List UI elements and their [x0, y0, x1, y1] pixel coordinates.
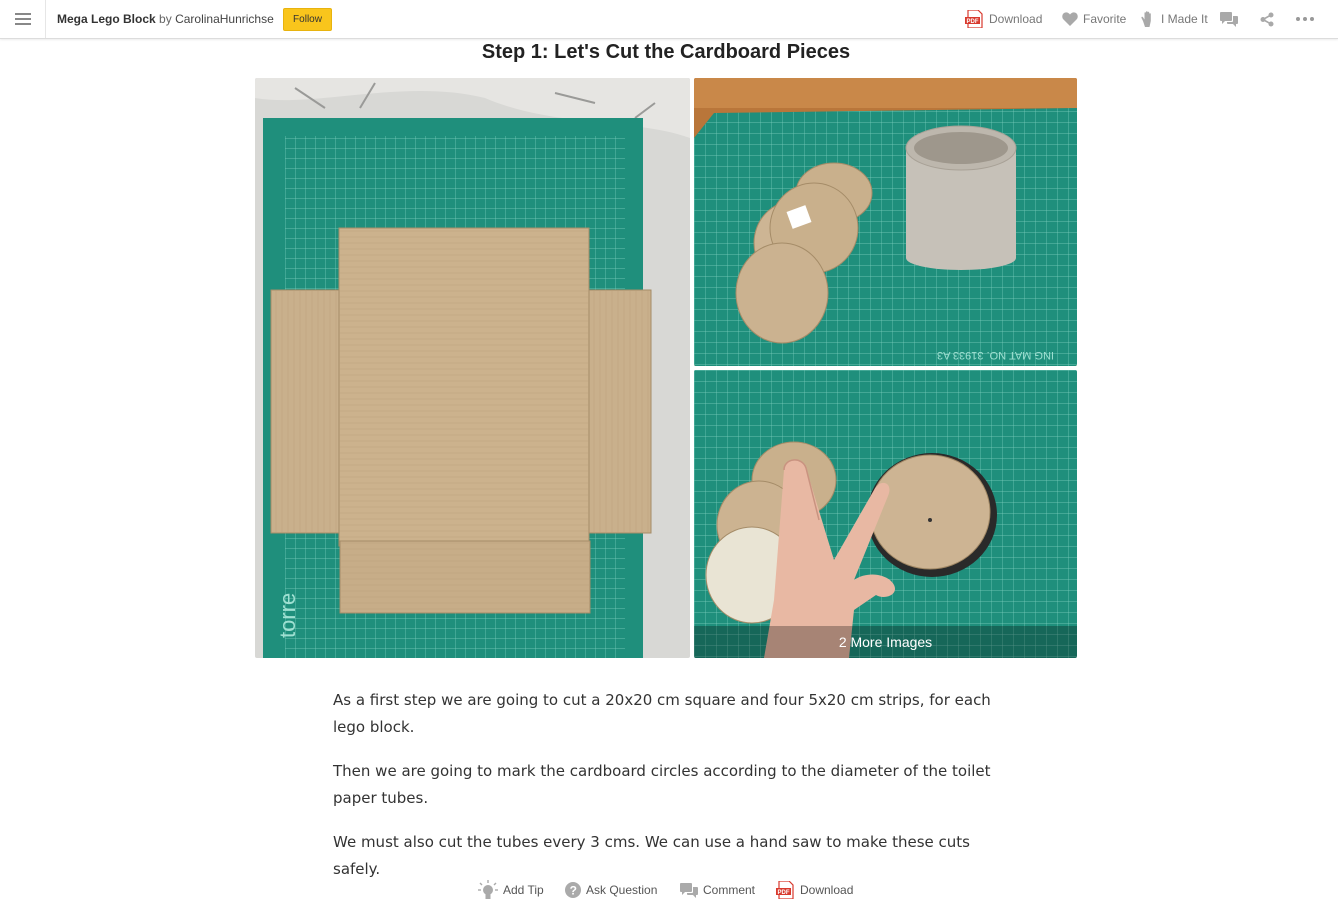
- by-label: by: [159, 12, 172, 26]
- share-button[interactable]: [1260, 0, 1279, 38]
- svg-text:torre: torre: [275, 593, 300, 638]
- comment-icon: [680, 882, 698, 898]
- follow-button[interactable]: Follow: [283, 8, 332, 31]
- hand-and-circles-photo: [694, 370, 1077, 658]
- ask-question-label: Ask Question: [586, 883, 658, 897]
- ask-question-button[interactable]: ? Ask Question: [565, 879, 657, 901]
- author-link[interactable]: CarolinaHunrichse: [175, 12, 274, 26]
- step-paragraph-3: We must also cut the tubes every 3 cms. …: [333, 833, 970, 878]
- download-button[interactable]: PDF Download: [965, 0, 1042, 38]
- step-paragraph-1: As a first step we are going to cut a 20…: [333, 691, 991, 736]
- comment-button[interactable]: Comment: [680, 879, 755, 901]
- more-dots-icon: [1296, 17, 1314, 21]
- hamburger-menu-icon[interactable]: [0, 0, 46, 38]
- share-icon: [1260, 12, 1274, 26]
- step-paragraph-2: Then we are going to mark the cardboard …: [333, 762, 991, 807]
- comments-icon: [1220, 11, 1238, 27]
- question-icon: ?: [565, 882, 581, 898]
- step-image-3[interactable]: 2 More Images: [694, 370, 1077, 658]
- step-image-main[interactable]: torre: [255, 78, 690, 658]
- favorite-button[interactable]: Favorite: [1062, 0, 1126, 38]
- step-title: Step 1: Let's Cut the Cardboard Pieces: [481, 41, 851, 63]
- pdf-icon: PDF: [965, 10, 983, 28]
- download-label: Download: [989, 12, 1043, 26]
- svg-text:PDF: PDF: [778, 890, 790, 896]
- download-footer-label: Download: [800, 883, 854, 897]
- step-image-2[interactable]: ING MAT NO. 31933 A3: [694, 78, 1077, 366]
- download-footer-button[interactable]: PDF Download: [776, 879, 853, 901]
- i-made-it-button[interactable]: I Made It: [1141, 0, 1208, 38]
- favorite-label: Favorite: [1083, 12, 1127, 26]
- hand-icon: [1141, 11, 1151, 27]
- pdf-icon: PDF: [776, 881, 794, 899]
- svg-text:PDF: PDF: [967, 19, 979, 25]
- project-title-line: Mega Lego Block by CarolinaHunrichse: [57, 12, 274, 26]
- comment-label: Comment: [703, 883, 756, 897]
- step-body: As a first step we are going to cut a 20…: [333, 687, 993, 900]
- more-images-overlay[interactable]: 2 More Images: [694, 626, 1077, 658]
- svg-text:ING MAT NO. 31933 A3: ING MAT NO. 31933 A3: [937, 349, 1054, 361]
- more-options-button[interactable]: [1296, 0, 1319, 38]
- circles-and-tube-photo: ING MAT NO. 31933 A3: [694, 78, 1077, 366]
- add-tip-button[interactable]: Add Tip: [478, 879, 544, 901]
- comments-button[interactable]: [1220, 0, 1243, 38]
- lightbulb-icon: [478, 880, 498, 899]
- project-title[interactable]: Mega Lego Block: [57, 12, 156, 26]
- i-made-it-label: I Made It: [1161, 12, 1208, 26]
- heart-icon: [1062, 12, 1078, 26]
- cardboard-square-photo: torre: [255, 78, 690, 658]
- top-bar: Mega Lego Block by CarolinaHunrichse Fol…: [0, 0, 1338, 39]
- svg-text:?: ?: [570, 884, 577, 898]
- add-tip-label: Add Tip: [503, 883, 544, 897]
